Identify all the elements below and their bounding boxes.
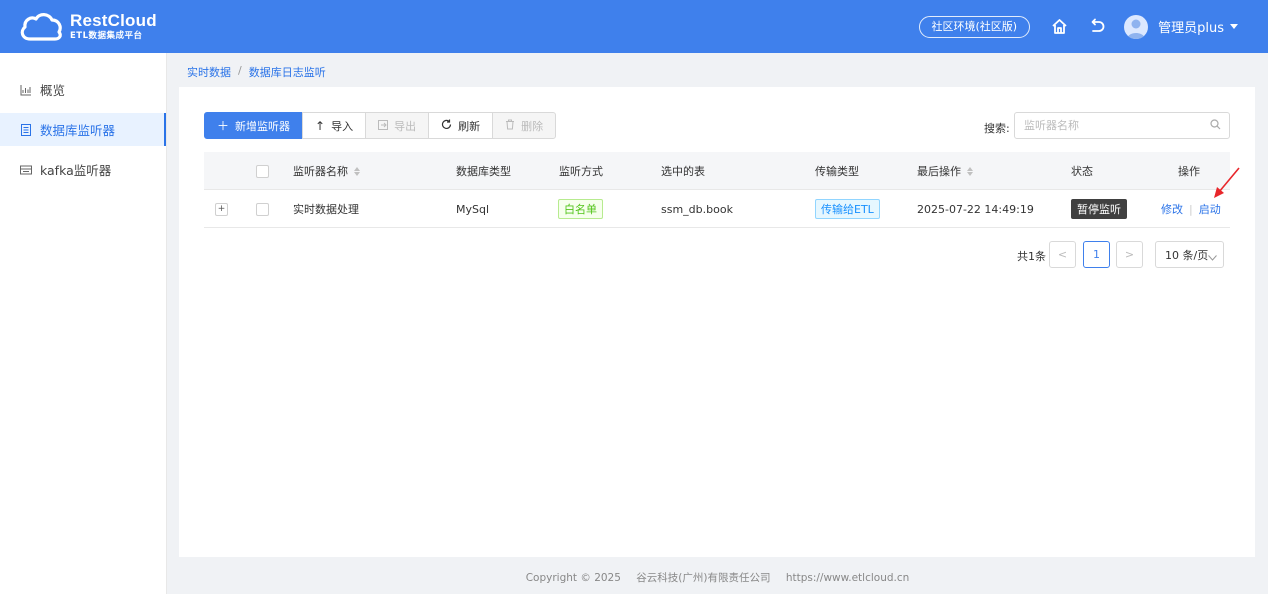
- sidebar: 概览 数据库监听器 kafka监听器: [0, 53, 167, 594]
- cell-name: 实时数据处理: [293, 203, 359, 216]
- page-size-select[interactable]: 10 条/页: [1155, 241, 1224, 268]
- edit-link[interactable]: 修改: [1161, 201, 1183, 217]
- sidebar-item-db-listener[interactable]: 数据库监听器: [0, 113, 166, 146]
- row-expand-button[interactable]: +: [215, 190, 228, 228]
- import-label: 导入: [331, 119, 354, 133]
- pagination-next-button[interactable]: >: [1116, 241, 1143, 268]
- import-button[interactable]: ↑ 导入: [302, 112, 367, 139]
- logo[interactable]: RestCloud ETL数据集成平台: [18, 11, 157, 43]
- add-listener-button[interactable]: ＋ 新增监听器: [204, 112, 304, 139]
- delete-label: 删除: [521, 119, 544, 133]
- search-input[interactable]: [1015, 113, 1195, 138]
- row-checkbox[interactable]: [256, 190, 269, 228]
- refresh-icon: [441, 119, 452, 133]
- annotation-arrow-icon: [1214, 167, 1240, 198]
- pagination-prev-button[interactable]: <: [1049, 241, 1076, 268]
- search-icon[interactable]: [1210, 119, 1221, 133]
- cell-tables: ssm_db.book: [661, 202, 733, 216]
- sidebar-item-label: 概览: [40, 83, 66, 98]
- column-header-listen-mode: 监听方式: [559, 165, 603, 178]
- pagination-page-1[interactable]: 1: [1083, 241, 1110, 268]
- column-header-label: 监听器名称: [293, 165, 348, 178]
- logo-subtitle: ETL数据集成平台: [70, 31, 143, 42]
- table-header: 监听器名称 数据库类型 监听方式 选中的表 传输类型 最后操作 状态 操作: [204, 152, 1230, 190]
- export-icon: [378, 119, 389, 133]
- transfer-type-tag: 传输给ETL: [815, 199, 880, 219]
- home-icon[interactable]: [1050, 18, 1068, 36]
- cell-listen-mode: 白名单: [558, 190, 603, 228]
- column-header-db-type: 数据库类型: [456, 165, 511, 178]
- stack-icon: [20, 164, 32, 176]
- main-card: ＋ 新增监听器 ↑ 导入 导出 刷新 删除 搜索: 监听器名称 监听器名称 数据…: [179, 87, 1255, 557]
- breadcrumb-separator: /: [238, 64, 242, 77]
- delete-button[interactable]: 删除: [492, 112, 557, 139]
- undo-icon[interactable]: [1088, 18, 1106, 36]
- breadcrumb: 实时数据 / 数据库日志监听: [187, 64, 326, 80]
- start-link[interactable]: 启动: [1199, 201, 1221, 217]
- sidebar-item-label: kafka监听器: [40, 163, 112, 178]
- chart-icon: [20, 84, 32, 96]
- footer-copyright: Copyright © 2025: [525, 572, 621, 584]
- export-label: 导出: [394, 119, 417, 133]
- column-header-tables: 选中的表: [661, 165, 705, 178]
- chevron-down-icon: [1208, 251, 1217, 264]
- list-icon: [20, 123, 32, 136]
- environment-badge[interactable]: 社区环境(社区版): [918, 15, 1031, 38]
- page-size-value: 10 条/页: [1165, 248, 1209, 262]
- sort-icon[interactable]: [967, 166, 973, 176]
- sidebar-item-overview[interactable]: 概览: [0, 73, 166, 106]
- breadcrumb-item-realtime[interactable]: 实时数据: [187, 64, 231, 80]
- cell-db-type: MySql: [456, 202, 490, 216]
- add-listener-label: 新增监听器: [235, 119, 291, 133]
- column-header-transfer-type: 传输类型: [815, 165, 859, 178]
- user-name[interactable]: 管理员plus: [1158, 17, 1224, 36]
- pagination-total: 共1条: [1017, 250, 1046, 263]
- footer-company: 谷云科技(广州)有限责任公司: [636, 572, 771, 584]
- toolbar: ＋ 新增监听器 ↑ 导入 导出 刷新 删除: [204, 112, 557, 139]
- column-header-status: 状态: [1071, 165, 1093, 178]
- arrow-up-icon: ↑: [315, 118, 326, 133]
- search-label: 搜索:: [984, 122, 1010, 135]
- logo-name: RestCloud: [70, 11, 157, 31]
- column-header-name[interactable]: 监听器名称: [293, 152, 360, 190]
- column-header-last-op[interactable]: 最后操作: [917, 152, 973, 190]
- cell-transfer-type: 传输给ETL: [815, 190, 880, 228]
- chevron-down-icon[interactable]: [1230, 24, 1238, 29]
- status-badge: 暂停监听: [1071, 199, 1127, 219]
- column-header-label: 最后操作: [917, 165, 961, 178]
- cell-last-op: 2025-07-22 14:49:19: [917, 202, 1034, 216]
- listen-mode-tag: 白名单: [558, 199, 603, 219]
- sort-icon[interactable]: [354, 166, 360, 176]
- cloud-logo-icon: [20, 12, 62, 41]
- refresh-button[interactable]: 刷新: [428, 112, 494, 139]
- cell-status: 暂停监听: [1071, 190, 1127, 228]
- top-header: RestCloud ETL数据集成平台 社区环境(社区版) 管理员plus: [0, 0, 1268, 53]
- footer-url[interactable]: https://www.etlcloud.cn: [786, 572, 909, 584]
- expand-icon: +: [215, 202, 228, 216]
- trash-icon: [505, 119, 515, 133]
- avatar[interactable]: [1124, 14, 1149, 39]
- action-divider: |: [1189, 202, 1193, 216]
- refresh-label: 刷新: [458, 119, 481, 133]
- export-button[interactable]: 导出: [365, 112, 430, 139]
- plus-icon: ＋: [217, 119, 230, 133]
- select-all-checkbox[interactable]: [256, 152, 269, 190]
- sidebar-item-label: 数据库监听器: [40, 123, 116, 138]
- column-header-actions: 操作: [1178, 165, 1200, 178]
- footer: Copyright © 2025 谷云科技(广州)有限责任公司 https://…: [167, 570, 1268, 585]
- table-row: + 实时数据处理 MySql 白名单 ssm_db.book 传输给ETL 20…: [204, 190, 1230, 228]
- search-box[interactable]: [1014, 112, 1230, 139]
- chevron-right-icon: >: [1124, 248, 1135, 261]
- sidebar-item-kafka-listener[interactable]: kafka监听器: [0, 153, 166, 186]
- chevron-left-icon: <: [1057, 248, 1068, 261]
- breadcrumb-item-current[interactable]: 数据库日志监听: [249, 64, 326, 80]
